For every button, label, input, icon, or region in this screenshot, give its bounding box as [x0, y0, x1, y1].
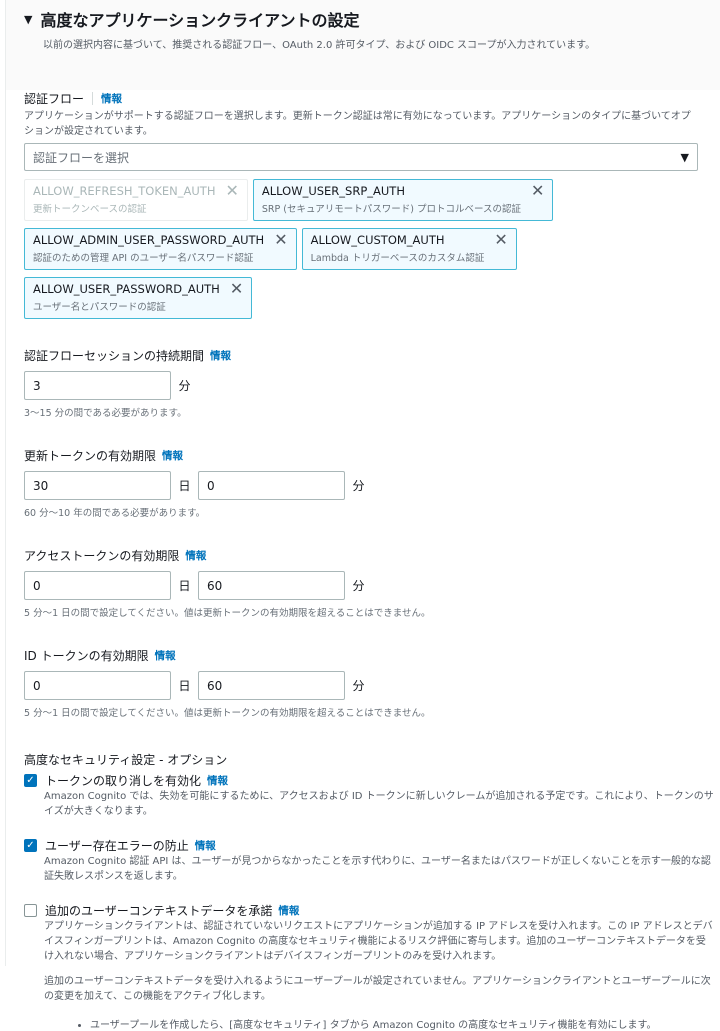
section-subtitle: 以前の選択内容に基づいて、推奨される認証フロー、OAuth 2.0 許可タイプ、… — [43, 40, 596, 51]
bullet-item: ユーザープールを作成したら、[高度なセキュリティ] タブから Amazon Co… — [90, 1016, 714, 1031]
remove-icon[interactable]: ✕ — [531, 183, 544, 216]
auth-flow-select[interactable]: 認証フローを選択 ▼ — [24, 143, 698, 171]
caret-down-icon: ▼ — [24, 12, 33, 26]
option-description: Amazon Cognito では、失効を可能にするために、アクセスおよび ID… — [44, 791, 714, 817]
checkbox-label[interactable]: ユーザー存在エラーの防止 — [45, 837, 189, 854]
checkbox[interactable]: ✓ — [24, 774, 37, 787]
unit-label: 分 — [178, 379, 191, 393]
unit-label: 日 — [178, 579, 191, 593]
session-duration-field: 認証フローセッションの持続期間 情報 3分 3〜15 分の間である必要があります。 — [24, 347, 720, 419]
option-description: アプリケーションクライアントは、認証されていないリクエストにアプリケーションが追… — [44, 921, 713, 962]
checkbox[interactable] — [24, 904, 37, 917]
remove-icon[interactable]: ✕ — [494, 232, 507, 265]
info-link[interactable]: 情報 — [101, 91, 122, 106]
checkbox[interactable]: ✓ — [24, 839, 37, 852]
info-link[interactable]: 情報 — [185, 548, 206, 563]
session-duration-input[interactable]: 3 — [24, 371, 171, 400]
section-toggle[interactable]: ▼ 高度なアプリケーションクライアントの設定 — [24, 8, 720, 30]
checkbox-label[interactable]: 追加のユーザーコンテキストデータを承諾 — [45, 902, 272, 919]
dropdown-arrow-icon: ▼ — [680, 150, 689, 164]
section-title: 高度なアプリケーションクライアントの設定 — [40, 11, 360, 30]
idtoken-days-input[interactable]: 0 — [24, 671, 171, 700]
hint: 60 分〜10 年の間である必要があります。 — [24, 508, 206, 519]
unit-label: 分 — [352, 579, 365, 593]
hint: 5 分〜1 日の間で設定してください。値は更新トークンの有効期限を超えることはで… — [24, 708, 431, 719]
token-name: ALLOW_USER_PASSWORD_AUTH — [33, 282, 220, 296]
option-description: Amazon Cognito 認証 API は、ユーザーが見つからなかったことを… — [44, 856, 711, 882]
checkbox-label[interactable]: トークンの取り消しを有効化 — [45, 772, 201, 789]
token-name: ALLOW_REFRESH_TOKEN_AUTH — [33, 184, 216, 198]
auth-flow-token: ALLOW_USER_PASSWORD_AUTH ユーザー名とパスワードの認証 ✕ — [24, 277, 253, 319]
refresh-minutes-input[interactable]: 0 — [198, 471, 345, 500]
info-link[interactable]: 情報 — [207, 773, 228, 788]
auth-flow-token: ALLOW_REFRESH_TOKEN_AUTH 更新トークンベースの認証 ✕ — [24, 179, 248, 221]
access-expiration-field: アクセストークンの有効期限 情報 0 日 60 分 5 分〜1 日の間で設定してください。値… — [24, 547, 720, 619]
token-description: 認証のための管理 API のユーザー名パスワード認証 — [33, 253, 254, 264]
info-link[interactable]: 情報 — [155, 648, 176, 663]
info-link[interactable]: 情報 — [162, 448, 183, 463]
hint: 5 分〜1 日の間で設定してください。値は更新トークンの有効期限を超えることはで… — [24, 608, 431, 619]
auth-flow-token: ALLOW_ADMIN_USER_PASSWORD_AUTH 認証のための管理 A… — [24, 228, 297, 270]
refresh-expiration-field: 更新トークンの有効期限 情報 30 日 0 分 60 分〜10 年の間である必要があります。 — [24, 447, 720, 519]
auth-flow-token: ALLOW_USER_SRP_AUTH SRP (セキュアリモートパスワード) プ… — [252, 179, 554, 221]
access-days-input[interactable]: 0 — [24, 571, 171, 600]
remove-icon[interactable]: ✕ — [230, 281, 243, 314]
token-description: 更新トークンベースの認証 — [33, 204, 147, 215]
advanced-settings-panel: ▼ 高度なアプリケーションクライアントの設定 以前の選択内容に基づいて、推奨される… — [5, 0, 720, 1031]
unit-label: 日 — [178, 679, 191, 693]
refresh-days-input[interactable]: 30 — [24, 471, 171, 500]
unit-label: 分 — [352, 679, 365, 693]
security-option: ✓ ユーザー存在エラーの防止 情報 Amazon Cognito 認証 API は、ユ… — [24, 837, 720, 884]
remove-icon[interactable]: ✕ — [274, 232, 287, 265]
unit-label: 日 — [178, 479, 191, 493]
selected-auth-flows: ALLOW_REFRESH_TOKEN_AUTH 更新トークンベースの認証 ✕ ALL… — [24, 179, 714, 319]
security-heading: 高度なセキュリティ設定 - オプション — [24, 753, 228, 767]
info-link[interactable]: 情報 — [278, 903, 299, 918]
token-name: ALLOW_ADMIN_USER_PASSWORD_AUTH — [33, 233, 265, 247]
note: 追加のユーザーコンテキストデータを受け入れるようにユーザープールが設定されていま… — [44, 976, 711, 1002]
panel-header: ▼ 高度なアプリケーションクライアントの設定 以前の選択内容に基づいて、推奨される… — [6, 0, 720, 90]
token-description: SRP (セキュアリモートパスワード) プロトコルベースの認証 — [261, 204, 522, 215]
unit-label: 分 — [352, 479, 365, 493]
auth-flow-label: 認証フロー 情報 — [24, 91, 123, 106]
hint: 3〜15 分の間である必要があります。 — [24, 408, 187, 419]
token-description: Lambda トリガーベースのカスタム認証 — [310, 253, 485, 264]
access-minutes-input[interactable]: 60 — [198, 571, 345, 600]
token-name: ALLOW_CUSTOM_AUTH — [310, 233, 445, 247]
token-name: ALLOW_USER_SRP_AUTH — [261, 184, 405, 198]
remove-icon: ✕ — [225, 181, 239, 200]
info-link[interactable]: 情報 — [195, 838, 216, 853]
idtoken-minutes-input[interactable]: 60 — [198, 671, 345, 700]
auth-flow-token: ALLOW_CUSTOM_AUTH Lambda トリガーベースのカスタム認証 ✕ — [301, 228, 517, 270]
security-option: ✓ トークンの取り消しを有効化 情報 Amazon Cognito では、失効を可能に… — [24, 772, 720, 819]
security-option: 追加のユーザーコンテキストデータを承諾 情報アプリケーションクライアントは、認証さ… — [24, 902, 720, 1031]
auth-flow-description: アプリケーションがサポートする認証フローを選択します。更新トークン認証は常に有効… — [24, 111, 691, 137]
idtoken-expiration-field: ID トークンの有効期限 情報 0 日 60 分 5 分〜1 日の間で設定してください。値は… — [24, 647, 720, 719]
token-description: ユーザー名とパスワードの認証 — [33, 302, 166, 313]
info-link[interactable]: 情報 — [210, 348, 231, 363]
